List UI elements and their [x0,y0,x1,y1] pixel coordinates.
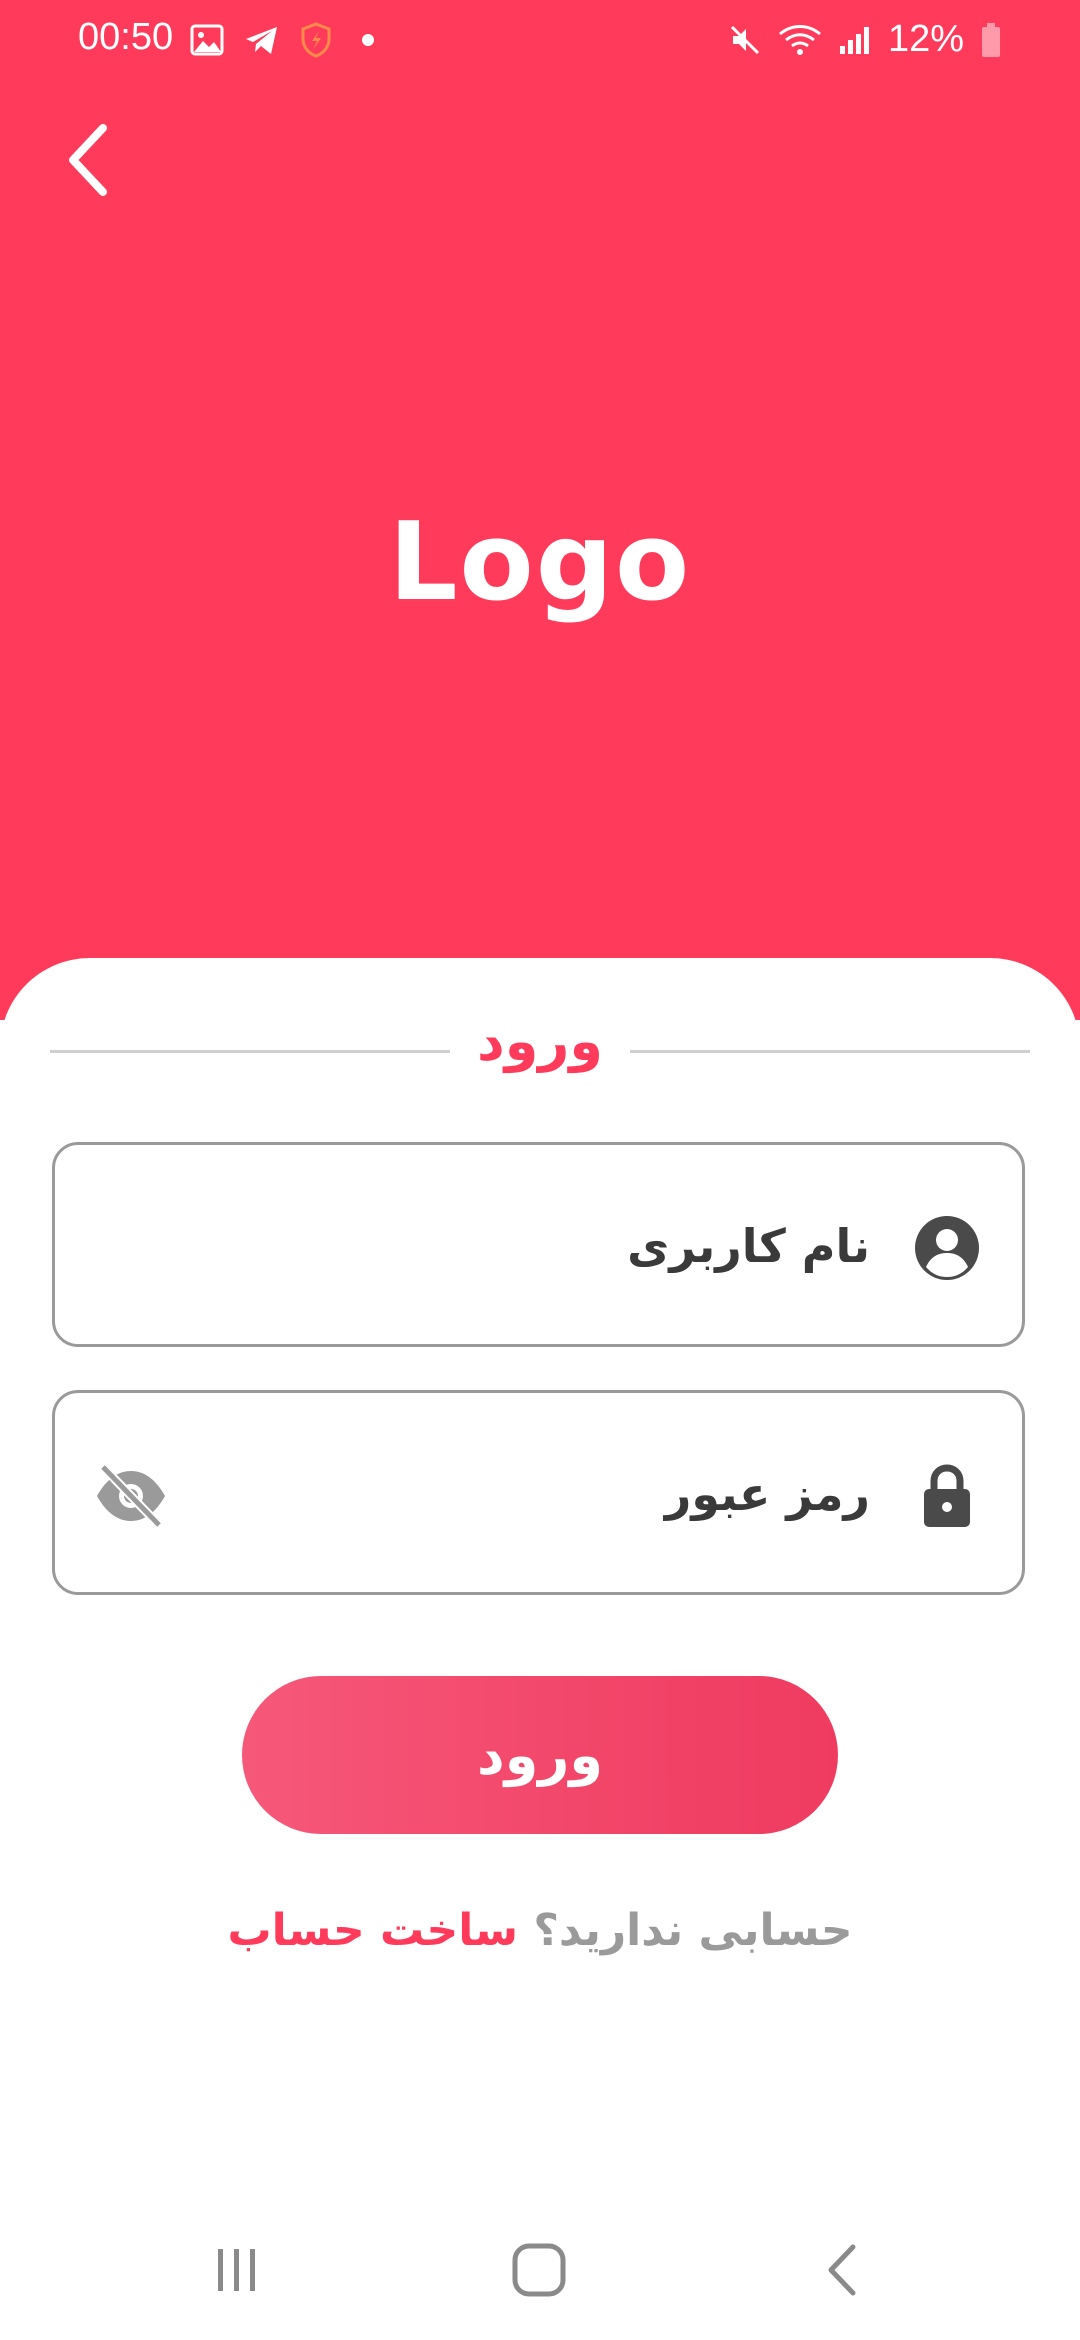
divider-left [50,1050,450,1053]
eye-off-icon[interactable] [93,1463,169,1529]
status-bar: 00:50 12% [0,0,1080,86]
battery-percentage: 12% [887,18,964,60]
shield-icon [301,22,331,58]
back-icon [828,2244,856,2296]
nav-back-button[interactable] [798,2230,888,2310]
status-icons-left [190,22,374,58]
nav-home-button[interactable] [494,2230,584,2310]
create-account-link[interactable]: ساخت حساب [227,1905,518,1956]
wifi-icon [778,24,821,55]
home-icon [512,2243,566,2297]
chevron-left-icon [69,124,107,196]
telegram-icon [246,27,277,54]
app-logo: Logo [388,500,692,625]
recents-icon [218,2249,255,2291]
back-button[interactable] [48,120,128,200]
form-title-row: ورود [50,1010,1030,1090]
gallery-icon [190,24,224,56]
mute-icon [730,25,759,54]
lock-icon [924,1464,970,1527]
register-question: حسابی ندارید؟ [533,1905,853,1956]
password-field[interactable] [52,1390,1025,1595]
password-input[interactable] [268,1453,872,1535]
username-input[interactable] [268,1205,872,1287]
login-submit-button[interactable]: ورود [242,1676,838,1834]
status-icons-right: 12% [728,18,1002,61]
notification-dot-icon [362,34,374,46]
system-nav-bar [0,2200,1080,2340]
register-prompt: حسابی ندارید؟ ساخت حساب [0,1905,1080,1956]
battery-icon [982,22,1000,57]
nav-recents-button[interactable] [192,2230,282,2310]
status-time: 00:50 [78,16,174,58]
account-circle-icon [915,1216,979,1280]
divider-right [630,1050,1030,1053]
username-field[interactable] [52,1142,1025,1347]
form-title: ورود [477,1010,603,1073]
header-banner: 00:50 12% Logo [0,0,1080,1020]
signal-icon [839,26,869,54]
